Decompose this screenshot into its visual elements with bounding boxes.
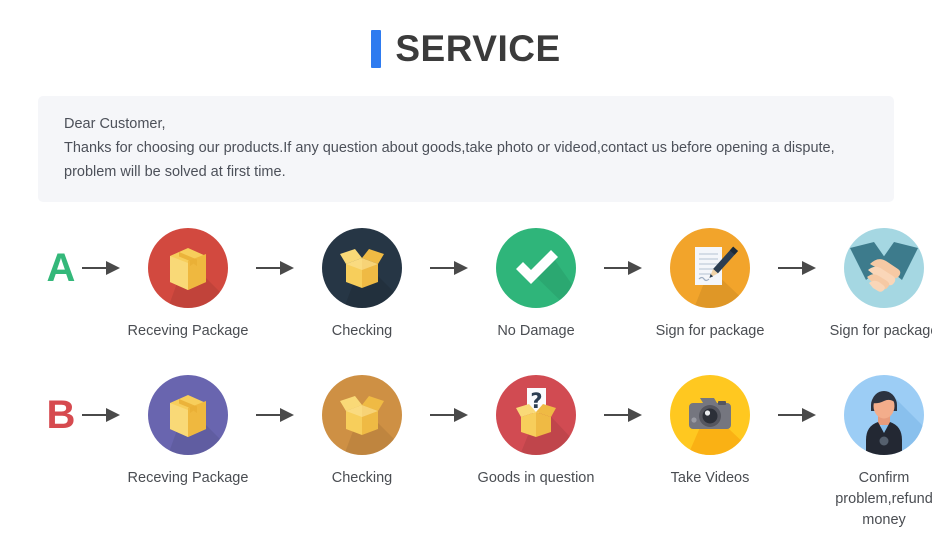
handshake-icon [844, 228, 924, 308]
package-box-icon [148, 228, 228, 308]
step-label: Receving Package [127, 323, 249, 339]
camera-icon [670, 375, 750, 455]
open-box-icon [322, 375, 402, 455]
checkmark-icon [496, 228, 576, 308]
arrow-right-icon [774, 375, 820, 455]
person-avatar-icon [844, 375, 924, 455]
arrow-right-icon [600, 228, 646, 308]
step-b-2: Checking [298, 375, 426, 489]
arrow-right-icon [78, 228, 124, 308]
step-a-4: Sign for package [646, 228, 774, 342]
step-label: Sign for package [655, 323, 765, 339]
flow-label-a: A [46, 246, 76, 290]
step-label: No Damage [497, 323, 575, 339]
arrow-right-icon [252, 228, 298, 308]
arrow-right-icon [426, 375, 472, 455]
open-box-icon [322, 228, 402, 308]
question-box-icon: ? [496, 375, 576, 455]
arrow-right-icon [426, 228, 472, 308]
step-label: Receving Package [127, 470, 249, 486]
step-label: Checking [331, 323, 393, 339]
flow-row-b: B Receving Package Checking ? Goods in q… [0, 375, 932, 531]
step-b-1: Receving Package [124, 375, 252, 489]
step-a-2: Checking [298, 228, 426, 342]
arrow-right-icon [252, 375, 298, 455]
notice-line-greeting: Dear Customer, [64, 116, 166, 132]
arrow-right-icon [78, 375, 124, 455]
step-a-1: Receving Package [124, 228, 252, 342]
notice-line-body: Thanks for choosing our products.If any … [64, 140, 835, 156]
step-b-3: ? Goods in question [472, 375, 600, 489]
step-label: Goods in question [477, 470, 595, 486]
notice-line-closing: problem will be solved at first time. [64, 164, 286, 180]
step-label: Confirm problem,refund money [835, 470, 932, 528]
step-label: Checking [331, 470, 393, 486]
step-label: Take Videos [670, 470, 750, 486]
page-title: SERVICE [395, 27, 561, 69]
customer-notice-box: Dear Customer, Thanks for choosing our p… [38, 96, 894, 202]
flow-row-a: A Receving Package Checking No Damage Si… [0, 228, 932, 342]
page-header: SERVICE [0, 0, 932, 96]
title-accent-bar [371, 30, 382, 68]
arrow-right-icon [774, 228, 820, 308]
arrow-right-icon [600, 375, 646, 455]
step-label: Sign for package [829, 323, 932, 339]
document-pen-icon [670, 228, 750, 308]
flow-label-b: B [46, 393, 76, 437]
step-b-5: Confirm problem,refund money [820, 375, 932, 531]
step-a-5: Sign for package [820, 228, 932, 342]
package-box-icon [148, 375, 228, 455]
step-a-3: No Damage [472, 228, 600, 342]
step-b-4: Take Videos [646, 375, 774, 489]
